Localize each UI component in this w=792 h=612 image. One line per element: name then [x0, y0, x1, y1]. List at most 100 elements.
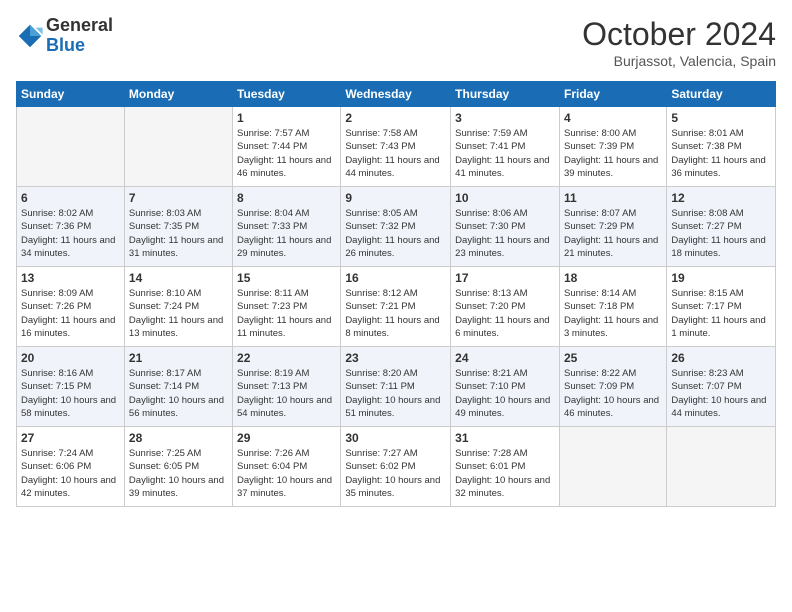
day-info: Sunrise: 8:16 AM Sunset: 7:15 PM Dayligh…	[21, 367, 120, 420]
day-number: 19	[671, 271, 771, 285]
day-cell: 6 Sunrise: 8:02 AM Sunset: 7:36 PM Daylig…	[17, 187, 125, 267]
day-number: 27	[21, 431, 120, 445]
day-number: 20	[21, 351, 120, 365]
day-info: Sunrise: 8:06 AM Sunset: 7:30 PM Dayligh…	[455, 207, 555, 260]
day-number: 24	[455, 351, 555, 365]
day-number: 25	[564, 351, 662, 365]
day-number: 23	[345, 351, 446, 365]
day-number: 15	[237, 271, 336, 285]
title-section: October 2024 Burjassot, Valencia, Spain	[582, 16, 776, 69]
day-cell: 21Sunrise: 8:17 AM Sunset: 7:14 PM Dayli…	[124, 347, 232, 427]
day-number: 10	[455, 191, 555, 205]
day-info: Sunrise: 8:13 AM Sunset: 7:20 PM Dayligh…	[455, 287, 555, 340]
day-info: Sunrise: 7:25 AM Sunset: 6:05 PM Dayligh…	[129, 447, 228, 500]
day-cell: 1 Sunrise: 7:57 AM Sunset: 7:44 PM Daylig…	[233, 107, 341, 187]
day-info: Sunrise: 7:24 AM Sunset: 6:06 PM Dayligh…	[21, 447, 120, 500]
day-info: Sunrise: 8:05 AM Sunset: 7:32 PM Dayligh…	[345, 207, 446, 260]
day-cell	[17, 107, 125, 187]
day-cell: 10 Sunrise: 8:06 AM Sunset: 7:30 PM Dayli…	[451, 187, 560, 267]
day-cell: 14 Sunrise: 8:10 AM Sunset: 7:24 PM Dayli…	[124, 267, 232, 347]
day-cell: 9Sunrise: 8:05 AM Sunset: 7:32 PM Daylig…	[341, 187, 451, 267]
day-number: 30	[345, 431, 446, 445]
col-thursday: Thursday	[451, 82, 560, 107]
day-number: 17	[455, 271, 555, 285]
col-monday: Monday	[124, 82, 232, 107]
day-info: Sunrise: 7:58 AM Sunset: 7:43 PM Dayligh…	[345, 127, 446, 180]
day-number: 1	[237, 111, 336, 125]
day-number: 26	[671, 351, 771, 365]
day-info: Sunrise: 8:22 AM Sunset: 7:09 PM Dayligh…	[564, 367, 662, 420]
day-cell: 31 Sunrise: 7:28 AM Sunset: 6:01 PM Dayli…	[451, 427, 560, 507]
location: Burjassot, Valencia, Spain	[582, 53, 776, 69]
calendar-header: Sunday Monday Tuesday Wednesday Thursday…	[17, 82, 776, 107]
day-info: Sunrise: 8:03 AM Sunset: 7:35 PM Dayligh…	[129, 207, 228, 260]
week-row-5: 27 Sunrise: 7:24 AM Sunset: 6:06 PM Dayli…	[17, 427, 776, 507]
day-number: 31	[455, 431, 555, 445]
week-row-1: 1 Sunrise: 7:57 AM Sunset: 7:44 PM Daylig…	[17, 107, 776, 187]
day-info: Sunrise: 8:09 AM Sunset: 7:26 PM Dayligh…	[21, 287, 120, 340]
day-cell: 28Sunrise: 7:25 AM Sunset: 6:05 PM Dayli…	[124, 427, 232, 507]
day-info: Sunrise: 8:15 AM Sunset: 7:17 PM Dayligh…	[671, 287, 771, 340]
day-cell: 30Sunrise: 7:27 AM Sunset: 6:02 PM Dayli…	[341, 427, 451, 507]
day-cell: 15 Sunrise: 8:11 AM Sunset: 7:23 PM Dayli…	[233, 267, 341, 347]
day-cell: 5Sunrise: 8:01 AM Sunset: 7:38 PM Daylig…	[667, 107, 776, 187]
day-cell	[667, 427, 776, 507]
day-cell: 17 Sunrise: 8:13 AM Sunset: 7:20 PM Dayli…	[451, 267, 560, 347]
day-number: 8	[237, 191, 336, 205]
day-number: 13	[21, 271, 120, 285]
day-number: 6	[21, 191, 120, 205]
day-info: Sunrise: 8:11 AM Sunset: 7:23 PM Dayligh…	[237, 287, 336, 340]
logo: General Blue	[16, 16, 113, 56]
day-info: Sunrise: 7:57 AM Sunset: 7:44 PM Dayligh…	[237, 127, 336, 180]
day-cell: 7 Sunrise: 8:03 AM Sunset: 7:35 PM Daylig…	[124, 187, 232, 267]
day-cell: 20 Sunrise: 8:16 AM Sunset: 7:15 PM Dayli…	[17, 347, 125, 427]
day-cell: 24 Sunrise: 8:21 AM Sunset: 7:10 PM Dayli…	[451, 347, 560, 427]
week-row-2: 6 Sunrise: 8:02 AM Sunset: 7:36 PM Daylig…	[17, 187, 776, 267]
col-wednesday: Wednesday	[341, 82, 451, 107]
day-info: Sunrise: 7:28 AM Sunset: 6:01 PM Dayligh…	[455, 447, 555, 500]
day-info: Sunrise: 8:21 AM Sunset: 7:10 PM Dayligh…	[455, 367, 555, 420]
header: General Blue October 2024 Burjassot, Val…	[16, 16, 776, 69]
day-info: Sunrise: 8:14 AM Sunset: 7:18 PM Dayligh…	[564, 287, 662, 340]
day-cell: 25 Sunrise: 8:22 AM Sunset: 7:09 PM Dayli…	[559, 347, 666, 427]
day-info: Sunrise: 8:04 AM Sunset: 7:33 PM Dayligh…	[237, 207, 336, 260]
day-cell: 4Sunrise: 8:00 AM Sunset: 7:39 PM Daylig…	[559, 107, 666, 187]
logo-blue: Blue	[46, 35, 85, 55]
day-cell: 3Sunrise: 7:59 AM Sunset: 7:41 PM Daylig…	[451, 107, 560, 187]
day-info: Sunrise: 8:02 AM Sunset: 7:36 PM Dayligh…	[21, 207, 120, 260]
day-number: 2	[345, 111, 446, 125]
col-friday: Friday	[559, 82, 666, 107]
day-info: Sunrise: 8:20 AM Sunset: 7:11 PM Dayligh…	[345, 367, 446, 420]
page: General Blue October 2024 Burjassot, Val…	[0, 0, 792, 612]
day-number: 29	[237, 431, 336, 445]
day-number: 11	[564, 191, 662, 205]
col-saturday: Saturday	[667, 82, 776, 107]
month-title: October 2024	[582, 16, 776, 53]
day-cell: 18 Sunrise: 8:14 AM Sunset: 7:18 PM Dayli…	[559, 267, 666, 347]
col-sunday: Sunday	[17, 82, 125, 107]
day-cell: 11 Sunrise: 8:07 AM Sunset: 7:29 PM Dayli…	[559, 187, 666, 267]
day-info: Sunrise: 8:01 AM Sunset: 7:38 PM Dayligh…	[671, 127, 771, 180]
day-info: Sunrise: 8:07 AM Sunset: 7:29 PM Dayligh…	[564, 207, 662, 260]
day-number: 14	[129, 271, 228, 285]
day-number: 18	[564, 271, 662, 285]
logo-icon	[16, 22, 44, 50]
day-cell: 8 Sunrise: 8:04 AM Sunset: 7:33 PM Daylig…	[233, 187, 341, 267]
day-cell: 16Sunrise: 8:12 AM Sunset: 7:21 PM Dayli…	[341, 267, 451, 347]
calendar: Sunday Monday Tuesday Wednesday Thursday…	[16, 81, 776, 507]
logo-text: General Blue	[46, 16, 113, 56]
day-cell: 12Sunrise: 8:08 AM Sunset: 7:27 PM Dayli…	[667, 187, 776, 267]
logo-general: General	[46, 15, 113, 35]
day-cell: 22Sunrise: 8:19 AM Sunset: 7:13 PM Dayli…	[233, 347, 341, 427]
day-info: Sunrise: 8:23 AM Sunset: 7:07 PM Dayligh…	[671, 367, 771, 420]
day-info: Sunrise: 8:10 AM Sunset: 7:24 PM Dayligh…	[129, 287, 228, 340]
day-number: 4	[564, 111, 662, 125]
day-number: 7	[129, 191, 228, 205]
day-number: 21	[129, 351, 228, 365]
day-number: 12	[671, 191, 771, 205]
day-cell	[559, 427, 666, 507]
day-info: Sunrise: 8:19 AM Sunset: 7:13 PM Dayligh…	[237, 367, 336, 420]
calendar-body: 1 Sunrise: 7:57 AM Sunset: 7:44 PM Daylig…	[17, 107, 776, 507]
day-info: Sunrise: 8:12 AM Sunset: 7:21 PM Dayligh…	[345, 287, 446, 340]
day-cell: 13 Sunrise: 8:09 AM Sunset: 7:26 PM Dayli…	[17, 267, 125, 347]
